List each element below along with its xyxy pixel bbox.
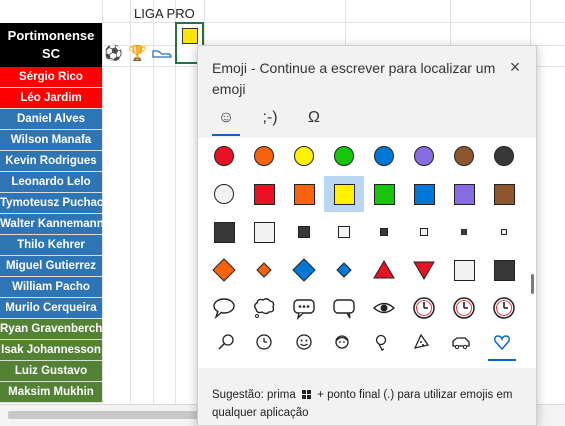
white-medium-square-emoji[interactable]	[324, 214, 364, 250]
brown-circle-emoji[interactable]	[444, 138, 484, 174]
player-cell[interactable]: William Pacho	[0, 277, 102, 298]
player-cell[interactable]: Murilo Cerqueira	[0, 298, 102, 319]
white-tiny-square-emoji[interactable]	[484, 214, 524, 250]
suggestion-prefix: Sugestão: prima	[212, 389, 296, 401]
smileys-icon	[295, 333, 313, 356]
places-category[interactable]	[368, 329, 396, 359]
tab-kaomoji[interactable]: ;-)	[256, 106, 284, 134]
grid-scrollbar[interactable]	[531, 274, 534, 294]
large-orange-diamond-emoji[interactable]	[204, 252, 244, 288]
blue-circle-emoji[interactable]	[364, 138, 404, 174]
player-cell[interactable]: Leonardo Lelo	[0, 172, 102, 193]
clock-emoji[interactable]	[404, 290, 444, 326]
people-category[interactable]	[328, 329, 356, 359]
recent-icon	[255, 333, 273, 356]
emoji-panel: Emoji - Continue a escrever para localiz…	[197, 45, 537, 426]
player-cell[interactable]: Tymoteusz Puchacz	[0, 193, 102, 214]
tab-emoji[interactable]: ☺	[212, 106, 240, 136]
smileys-category[interactable]	[290, 329, 318, 359]
yellow-square-icon	[182, 28, 198, 44]
clock-emoji[interactable]	[484, 290, 524, 326]
league-header: LIGA PRO	[134, 6, 195, 21]
red-circle-emoji[interactable]	[204, 138, 244, 174]
transport-category[interactable]	[447, 329, 475, 359]
large-blue-diamond-emoji[interactable]	[284, 252, 324, 288]
gridline	[102, 22, 565, 23]
right-speech-bubble-emoji[interactable]	[324, 290, 364, 326]
yellow-circle-emoji[interactable]	[284, 138, 324, 174]
player-cell[interactable]: Walter Kannemann	[0, 214, 102, 235]
orange-square-emoji[interactable]	[284, 176, 324, 212]
white-small-square-emoji[interactable]	[404, 214, 444, 250]
white-large-square-emoji[interactable]	[244, 214, 284, 250]
black-circle-emoji[interactable]	[484, 138, 524, 174]
blue-square-emoji[interactable]	[404, 176, 444, 212]
red-triangle-up-emoji[interactable]	[364, 252, 404, 288]
category-bar	[198, 326, 536, 368]
close-button[interactable]: ×	[504, 56, 526, 78]
black-square-button-emoji[interactable]	[484, 252, 524, 288]
yellow-square-emoji[interactable]	[324, 176, 364, 212]
player-cell[interactable]: Kevin Rodrigues	[0, 151, 102, 172]
black-small-square-emoji[interactable]	[364, 214, 404, 250]
places-icon	[373, 333, 391, 356]
black-large-square-emoji[interactable]	[204, 214, 244, 250]
trophy-icon: 🏆	[128, 45, 147, 62]
black-medium-square-emoji[interactable]	[284, 214, 324, 250]
sneaker-icon	[152, 45, 172, 64]
player-cell[interactable]: Wilson Manafa	[0, 130, 102, 151]
symbols-category[interactable]	[488, 329, 516, 361]
food-icon	[412, 333, 430, 356]
red-triangle-down-emoji[interactable]	[404, 252, 444, 288]
search-icon	[217, 333, 235, 356]
clock-emoji[interactable]	[444, 290, 484, 326]
gridline	[102, 0, 103, 404]
suggestion-text: Sugestão: prima + ponto final (.) para u…	[212, 386, 524, 422]
tab-symbols[interactable]: Ω	[300, 106, 328, 134]
player-list: Sérgio Rico Léo Jardim Daniel Alves Wilson …	[0, 67, 102, 403]
speech-bubble-emoji[interactable]	[204, 290, 244, 326]
thought-bubble-emoji[interactable]	[244, 290, 284, 326]
small-orange-diamond-emoji[interactable]	[244, 252, 284, 288]
speech-dots-emoji[interactable]	[284, 290, 324, 326]
purple-circle-emoji[interactable]	[404, 138, 444, 174]
player-cell[interactable]: Thilo Kehrer	[0, 235, 102, 256]
food-category[interactable]	[407, 329, 435, 359]
red-square-emoji[interactable]	[244, 176, 284, 212]
small-blue-diamond-emoji[interactable]	[324, 252, 364, 288]
player-cell[interactable]: Luiz Gustavo	[0, 361, 102, 382]
player-cell[interactable]: Isak Johannesson	[0, 340, 102, 361]
soccer-ball-icon: ⚽	[104, 45, 123, 62]
white-circle-emoji[interactable]	[204, 176, 244, 212]
team-cell[interactable]: Portimonense SC	[0, 23, 102, 67]
people-icon	[333, 333, 351, 356]
purple-square-emoji[interactable]	[444, 176, 484, 212]
windows-key-icon	[301, 390, 311, 400]
orange-circle-emoji[interactable]	[244, 138, 284, 174]
player-cell[interactable]: Maksim Mukhin	[0, 382, 102, 403]
player-cell[interactable]: Miguel Gutierrez	[0, 256, 102, 277]
brown-square-emoji[interactable]	[484, 176, 524, 212]
player-cell[interactable]: Sérgio Rico	[0, 67, 102, 88]
transport-icon	[451, 333, 471, 356]
eye-in-bubble-emoji[interactable]	[364, 290, 404, 326]
panel-title: Emoji - Continue a escrever para localiz…	[212, 60, 496, 97]
green-circle-emoji[interactable]	[324, 138, 364, 174]
player-cell[interactable]: Daniel Alves	[0, 109, 102, 130]
player-cell[interactable]: Ryan Gravenberch	[0, 319, 102, 340]
search-category[interactable]	[212, 329, 240, 359]
recent-category[interactable]	[250, 329, 278, 359]
green-square-emoji[interactable]	[364, 176, 404, 212]
white-square-button-emoji[interactable]	[444, 252, 484, 288]
black-tiny-square-emoji[interactable]	[444, 214, 484, 250]
symbols-icon	[493, 333, 511, 356]
player-cell[interactable]: Léo Jardim	[0, 88, 102, 109]
